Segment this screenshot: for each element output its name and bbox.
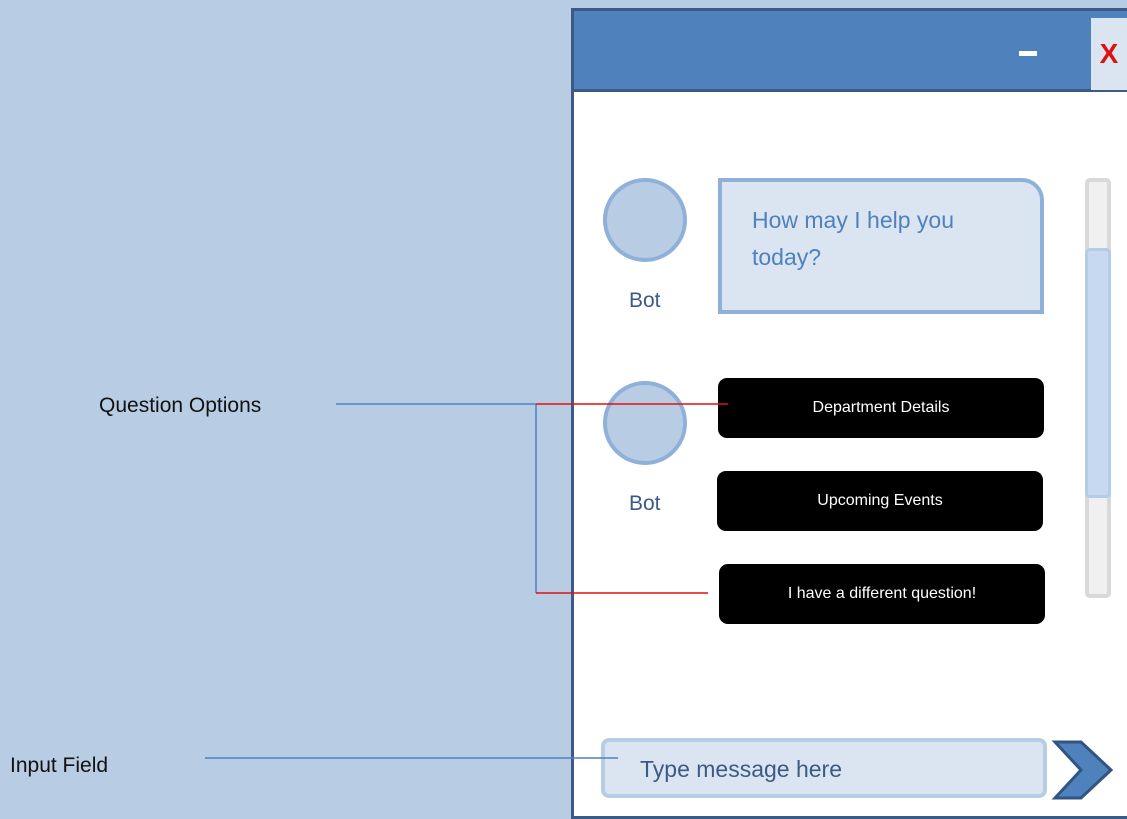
option-department-details-button[interactable]: Department Details <box>718 378 1044 438</box>
question-options-annotation: Question Options <box>99 394 262 417</box>
chat-window: X Bot How may I help you today? Bot Depa… <box>571 8 1127 819</box>
close-button[interactable]: X <box>1091 18 1127 90</box>
bot-name-label: Bot <box>629 492 661 515</box>
chevron-right-icon[interactable] <box>1051 738 1117 802</box>
option-upcoming-events-button[interactable]: Upcoming Events <box>717 471 1043 531</box>
message-input[interactable]: Type message here <box>601 738 1047 798</box>
bot-name-label: Bot <box>629 289 661 312</box>
bot-message-bubble: How may I help you today? <box>718 178 1044 314</box>
minimize-icon[interactable] <box>1019 51 1037 56</box>
bot-avatar <box>603 178 687 262</box>
bot-message-text: How may I help you today? <box>752 207 954 270</box>
bot-avatar <box>603 381 687 465</box>
title-bar: X <box>574 11 1127 92</box>
message-input-placeholder: Type message here <box>640 756 843 782</box>
option-different-question-button[interactable]: I have a different question! <box>719 564 1045 624</box>
scrollbar-thumb[interactable] <box>1085 248 1111 498</box>
input-field-annotation: Input Field <box>10 754 109 777</box>
